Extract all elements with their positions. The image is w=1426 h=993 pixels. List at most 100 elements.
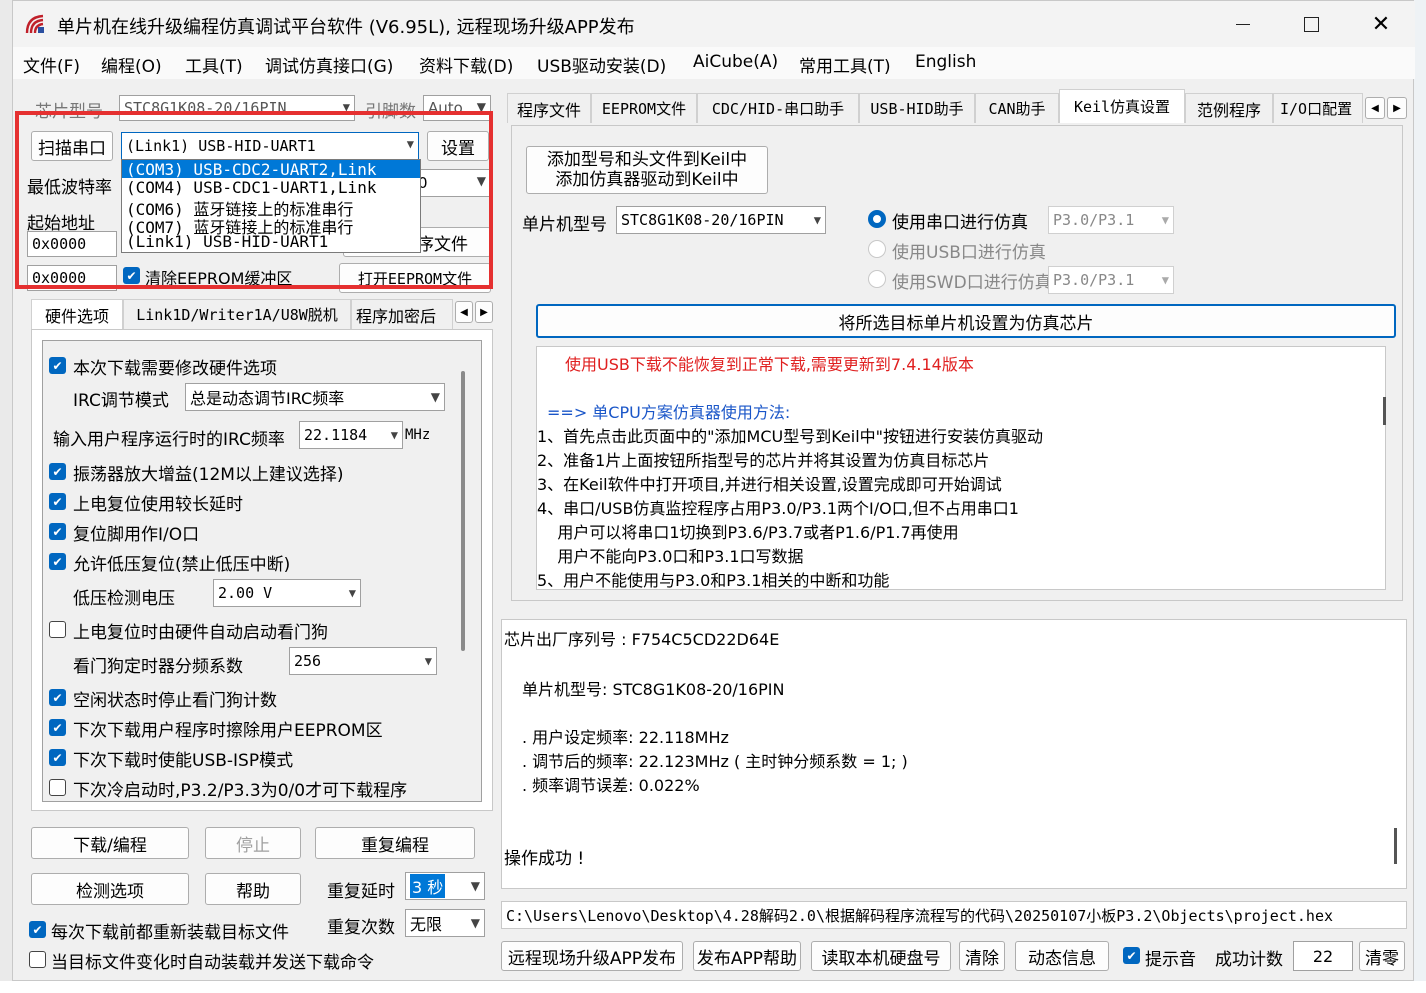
sound-checkbox[interactable]: ✔ [1123, 947, 1140, 964]
help-button[interactable]: 帮助 [205, 873, 301, 905]
menu-common-tools[interactable]: 常用工具(T) [799, 52, 891, 77]
erase-eeprom-checkbox[interactable]: ✔ [49, 719, 66, 736]
serial-sim-port-select[interactable]: P3.0/P3.1 ▼ [1048, 206, 1174, 234]
hardware-options-panel: ✔ 本次下载需要修改硬件选项 IRC调节模式 总是动态调节IRC频率 ▼ 输入用… [31, 329, 493, 811]
dynamic-info-button[interactable]: 动态信息 [1015, 941, 1109, 971]
menu-file[interactable]: 文件(F) [23, 52, 80, 77]
sound-label: 提示音 [1145, 950, 1196, 970]
hw-options-scrollbar[interactable] [461, 371, 465, 651]
serial-sim-port-value: P3.0/P3.1 [1053, 211, 1135, 229]
reset-count-button[interactable]: 清零 [1359, 941, 1405, 971]
auto-reload-checkbox[interactable] [29, 951, 46, 968]
remote-app-publish-button[interactable]: 远程现场升级APP发布 [501, 941, 683, 971]
check-options-button[interactable]: 检测选项 [31, 873, 189, 905]
cold-start-checkbox[interactable] [49, 779, 66, 796]
lvd-voltage-select[interactable]: 2.00 V ▼ [213, 579, 361, 607]
minimize-icon [1236, 23, 1250, 25]
usb-sim-radio[interactable] [868, 240, 886, 258]
menu-english[interactable]: English [915, 52, 976, 72]
chevron-right-icon: ▶ [1393, 102, 1401, 114]
publish-app-help-button[interactable]: 发布APP帮助 [693, 941, 801, 971]
chevron-left-icon: ◀ [460, 306, 468, 318]
irc-mode-label: IRC调节模式 [73, 391, 169, 411]
menu-tools[interactable]: 工具(T) [185, 52, 243, 77]
maximize-button[interactable] [1293, 9, 1329, 39]
tab-program-file[interactable]: 程序文件 [507, 93, 591, 123]
log-scrollbar[interactable] [1394, 828, 1397, 864]
reset-io-checkbox[interactable]: ✔ [49, 523, 66, 540]
log-adjusted-freq: . 调节后的频率: 22.123MHz ( 主时钟分频系数 = 1; ) [522, 752, 908, 771]
repeat-delay-select[interactable]: 3 秒 ▼ [405, 872, 485, 900]
long-reset-checkbox[interactable]: ✔ [49, 493, 66, 510]
download-program-button[interactable]: 下载/编程 [31, 827, 189, 859]
modify-hw-checkbox[interactable]: ✔ [49, 357, 66, 374]
stop-button[interactable]: 停止 [205, 827, 301, 859]
tab-encryption[interactable]: 程序加密后 [351, 299, 453, 329]
tab-hardware-options[interactable]: 硬件选项 [31, 299, 123, 329]
repeat-program-button[interactable]: 重复编程 [315, 827, 475, 859]
instructions-scrollbar[interactable] [1383, 397, 1386, 425]
minimize-button[interactable] [1225, 9, 1261, 39]
menu-usb-driver[interactable]: USB驱动安装(D) [537, 52, 666, 77]
wdt-auto-checkbox[interactable] [49, 621, 66, 638]
cold-start-label: 下次冷启动时,P3.2/P3.3为0/0才可下载程序 [73, 781, 408, 801]
check-icon: ✔ [52, 690, 63, 705]
repeat-count-select[interactable]: 无限 ▼ [405, 909, 485, 937]
mcu-model-value: STC8G1K08-20/16PIN [621, 211, 784, 229]
menu-debug-interface[interactable]: 调试仿真接口(G) [265, 52, 393, 77]
tab-usb-hid-assistant[interactable]: USB-HID助手 [859, 93, 975, 123]
tab-serial-assistant[interactable]: CDC/HID-串口助手 [697, 93, 859, 123]
menu-downloads[interactable]: 资料下载(D) [419, 52, 513, 77]
window-title: 单片机在线升级编程仿真调试平台软件 (V6.95L), 远程现场升级APP发布 [57, 17, 635, 38]
title-bar: 单片机在线升级编程仿真调试平台软件 (V6.95L), 远程现场升级APP发布 … [13, 1, 1415, 47]
log-serial: 芯片出厂序列号 : F754C5CD22D64E [504, 630, 780, 649]
mcu-model-select[interactable]: STC8G1K08-20/16PIN ▼ [616, 206, 826, 234]
add-keil-line2: 添加仿真器驱动到Keil中 [555, 170, 739, 190]
tab-keil-simulation[interactable]: Keil仿真设置 [1059, 89, 1185, 123]
swd-sim-radio[interactable] [868, 270, 886, 288]
tab-can-assistant[interactable]: CAN助手 [975, 93, 1059, 123]
right-tab-scroll-left[interactable]: ◀ [1365, 97, 1385, 119]
tab-eeprom-file[interactable]: EEPROM文件 [591, 93, 697, 123]
clear-log-button[interactable]: 清除 [959, 941, 1005, 971]
irc-freq-input[interactable]: 22.1184 ▼ [299, 421, 403, 449]
lvd-reset-label: 允许低压复位(禁止低压中断) [73, 555, 291, 575]
tab-io-config[interactable]: I/O口配置 [1273, 93, 1363, 123]
right-tab-scroll-right[interactable]: ▶ [1387, 97, 1407, 119]
osc-gain-checkbox[interactable]: ✔ [49, 463, 66, 480]
instruction-line: 1、首先点击此页面中的"添加MCU型号到Keil中"按钮进行安装仿真驱动 [537, 427, 1044, 446]
swd-sim-label: 使用SWD口进行仿真 [892, 273, 1052, 293]
instruction-line: 2、准备1片上面按钮所指型号的芯片并将其设置为仿真目标芯片 [537, 451, 990, 470]
keil-settings-panel: 添加型号和头文件到Keil中 添加仿真器驱动到Keil中 单片机型号 STC8G… [511, 125, 1403, 601]
usb-isp-label: 下次下载时使能USB-ISP模式 [73, 751, 294, 771]
idle-wdt-checkbox[interactable]: ✔ [49, 689, 66, 706]
instruction-line: 用户不能向P3.0口和P3.1口写数据 [537, 547, 804, 566]
swd-sim-port-select[interactable]: P3.0/P3.1 ▼ [1048, 266, 1174, 294]
usb-isp-checkbox[interactable]: ✔ [49, 749, 66, 766]
instructions-heading: ==> 单CPU方案仿真器使用方法: [547, 403, 791, 422]
chevron-down-icon: ▼ [470, 916, 480, 930]
add-keil-line1: 添加型号和头文件到Keil中 [546, 150, 748, 170]
auto-reload-label: 当目标文件变化时自动装载并发送下载命令 [51, 953, 374, 973]
close-button[interactable]: ✕ [1363, 9, 1399, 39]
menu-aicube[interactable]: AiCube(A) [693, 52, 778, 72]
tab-scroll-left-button[interactable]: ◀ [455, 301, 473, 323]
reload-before-checkbox[interactable]: ✔ [29, 921, 46, 938]
read-disk-id-button[interactable]: 读取本机硬盘号 [811, 941, 951, 971]
hardware-options-group: ✔ 本次下载需要修改硬件选项 IRC调节模式 总是动态调节IRC频率 ▼ 输入用… [42, 340, 482, 802]
long-reset-label: 上电复位使用较长延时 [73, 495, 243, 515]
instruction-line: 4、串口/USB仿真监控程序占用P3.0/P3.1两个I/O口,但不占用串口1 [537, 499, 1019, 518]
tab-examples[interactable]: 范例程序 [1185, 93, 1273, 123]
menu-program[interactable]: 编程(O) [101, 52, 162, 77]
chevron-down-icon: ▼ [390, 428, 398, 442]
set-as-sim-chip-button[interactable]: 将所选目标单片机设置为仿真芯片 [536, 304, 1396, 338]
irc-mode-select[interactable]: 总是动态调节IRC频率 ▼ [185, 383, 445, 411]
tab-offline-programmer[interactable]: Link1D/Writer1A/U8W脱机 [123, 299, 351, 329]
wdt-div-select[interactable]: 256 ▼ [289, 647, 437, 675]
highlight-box [15, 111, 493, 289]
add-to-keil-button[interactable]: 添加型号和头文件到Keil中 添加仿真器驱动到Keil中 [526, 146, 768, 194]
lvd-reset-checkbox[interactable]: ✔ [49, 553, 66, 570]
irc-freq-unit: MHz [405, 427, 431, 443]
tab-scroll-right-button[interactable]: ▶ [475, 301, 493, 323]
serial-sim-radio[interactable] [868, 210, 886, 228]
